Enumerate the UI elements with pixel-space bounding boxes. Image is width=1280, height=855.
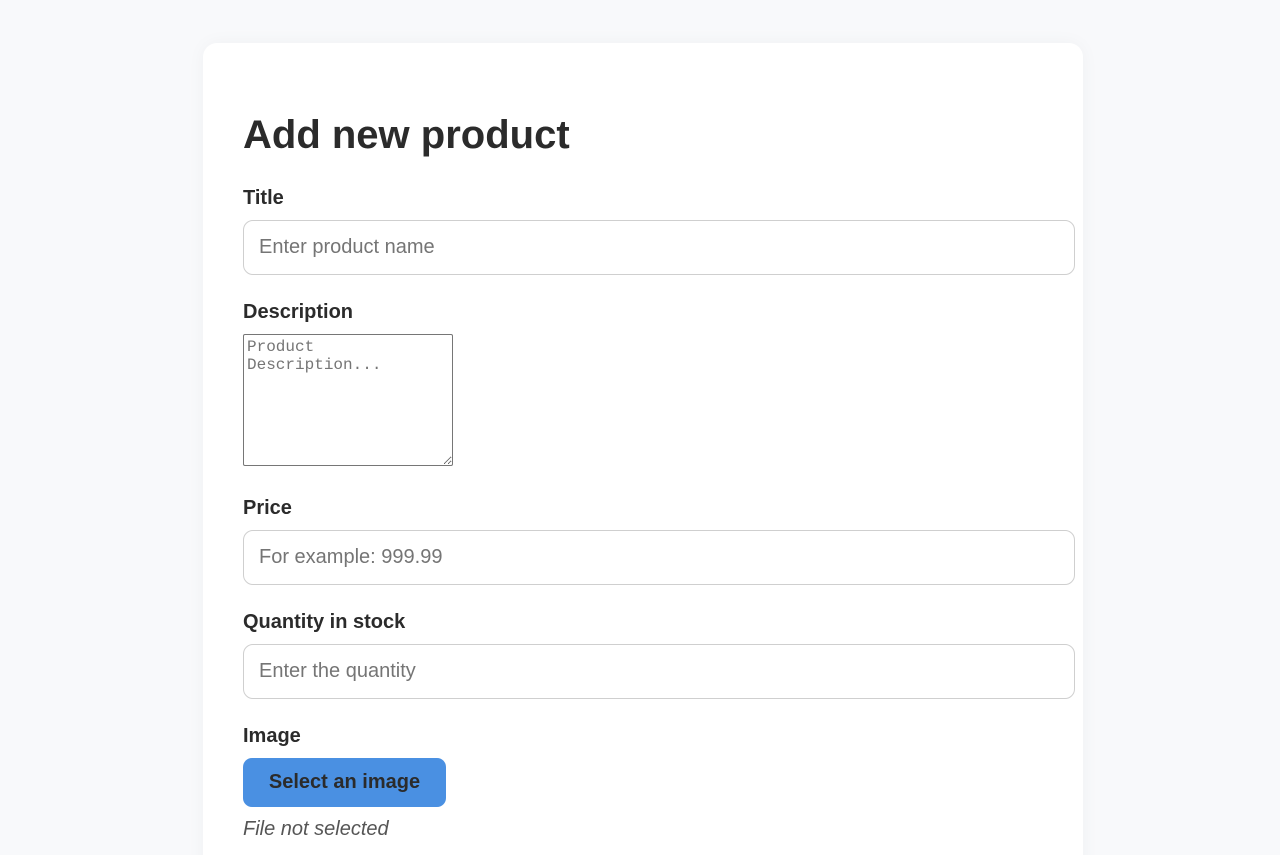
select-image-button[interactable]: Select an image	[243, 758, 446, 807]
file-status-text: File not selected	[243, 818, 389, 840]
title-label: Title	[243, 187, 284, 209]
price-label: Price	[243, 497, 292, 519]
description-textarea[interactable]	[243, 334, 453, 466]
image-label: Image	[243, 725, 301, 747]
price-input[interactable]	[243, 530, 1075, 585]
title-input[interactable]	[243, 220, 1075, 275]
quantity-label: Quantity in stock	[243, 611, 406, 633]
description-label: Description	[243, 301, 354, 323]
quantity-input[interactable]	[243, 644, 1075, 699]
page-title: Add new product	[243, 113, 570, 157]
page: Add new product Title Description Price …	[0, 0, 1280, 855]
product-form-card: Add new product Title Description Price …	[203, 43, 1083, 855]
